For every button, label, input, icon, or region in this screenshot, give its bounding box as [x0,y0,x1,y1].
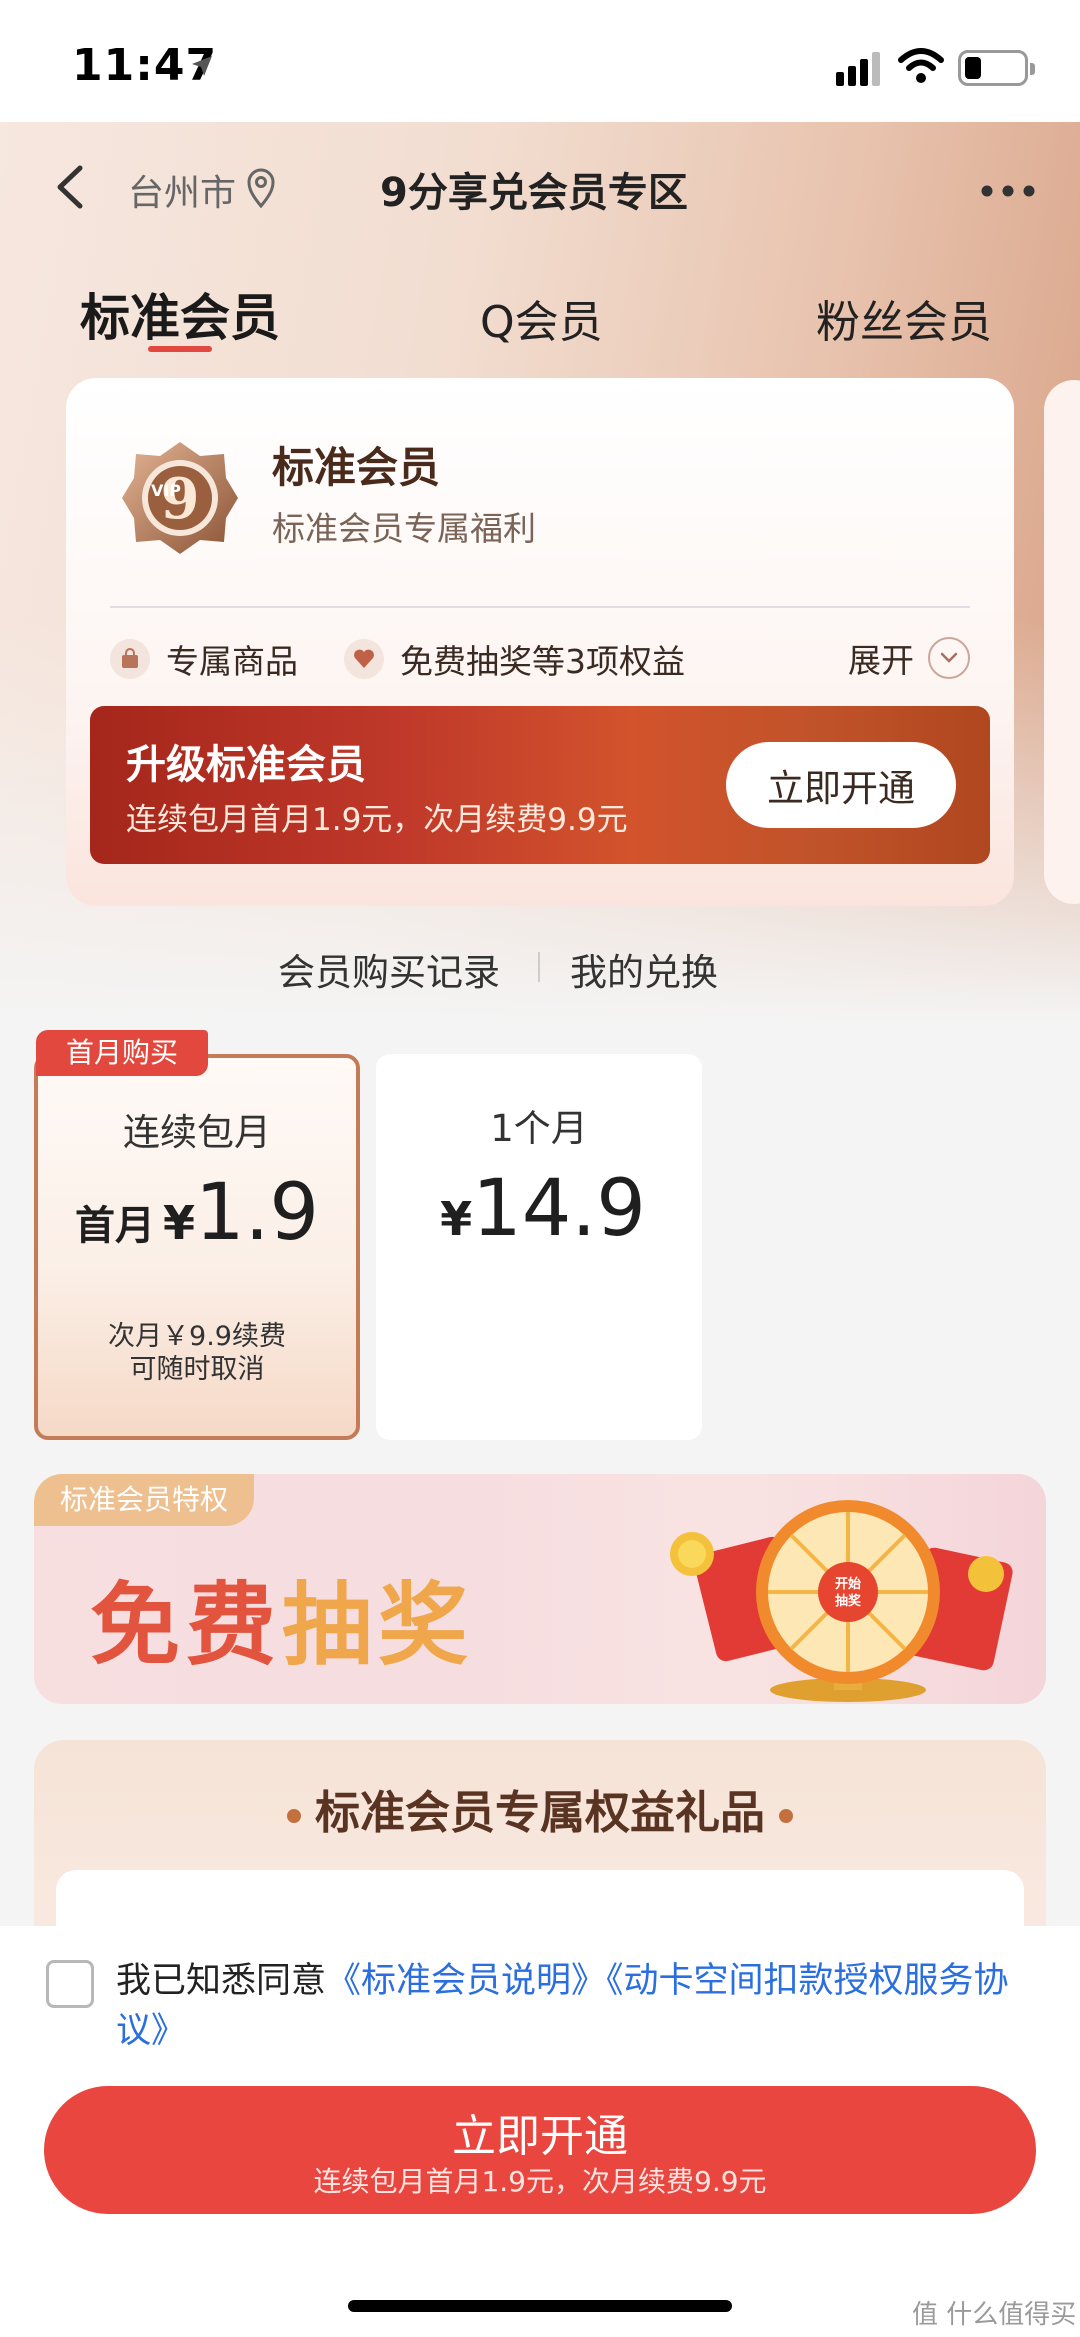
svg-text:抽奖: 抽奖 [835,1593,862,1609]
upgrade-subtitle: 连续包月首月1.9元，次月续费9.9元 [126,802,628,838]
tab-fan-member[interactable]: 粉丝会员 [816,286,992,350]
map-pin-icon[interactable] [246,168,276,208]
my-redemptions-link[interactable]: 我的兑换 [570,942,718,996]
purchase-records-link[interactable]: 会员购买记录 [278,942,500,996]
gifts-title: 标准会员专属权益礼品 [34,1776,1046,1841]
decor-dot [779,1809,793,1823]
plan-note-cancel: 可随时取消 [129,1354,265,1385]
watermark: 值 什么值得买 [912,2300,1077,2330]
perk-free-lottery: 免费抽奖等3项权益 [344,634,685,684]
status-bar: 11:47 [0,0,1080,122]
decor-dot [286,1809,301,1823]
price-prefix: 首月 [74,1203,155,1249]
location-arrow-icon [192,56,212,76]
cellular-signal-icon [836,52,880,86]
currency-symbol: ¥ [162,1196,195,1250]
plan-name: 连续包月 [123,1111,271,1154]
link-separator [538,952,540,982]
plan-card-one-month[interactable]: 1个月 ¥14.9 [376,1054,702,1440]
agreement-text: 我已知悉同意《标准会员说明》《动卡空间扣款授权服务协议》 [116,1956,1016,2056]
record-links: 会员购买记录 我的兑换 [0,938,1080,998]
vip-badge-icon: 9 VIP [122,442,238,554]
cta-label: 立即开通 [452,2111,628,2162]
svg-text:开始: 开始 [835,1576,861,1592]
agreement-prefix: 我已知悉同意 [116,1961,327,2001]
active-tab-indicator [148,346,212,352]
agree-checkbox[interactable] [46,1960,94,2008]
price-value: 1.9 [194,1168,320,1258]
next-card-peek[interactable] [1044,380,1080,904]
home-indicator[interactable] [348,2300,732,2312]
page-title: 9分享兑会员专区 [380,170,688,216]
expand-label: 展开 [848,641,914,680]
tab-q-member[interactable]: Q会员 [480,286,603,350]
perk-exclusive-goods: 专属商品 [110,634,298,684]
free-lottery-banner[interactable]: 标准会员特权 免费抽奖 开始 抽奖 [34,1474,1046,1704]
chevron-down-icon [928,637,970,679]
membership-tabs: 标准会员 Q会员 粉丝会员 [0,262,1080,362]
svg-text:VIP: VIP [151,481,181,500]
card-subtitle: 标准会员专属福利 [272,509,536,548]
plan-name: 1个月 [490,1107,588,1150]
gifts-title-text: 标准会员专属权益礼品 [314,1786,765,1839]
upgrade-banner: 升级标准会员 连续包月首月1.9元，次月续费9.9元 立即开通 [90,706,990,864]
perk-label: 专属商品 [166,642,298,681]
nav-bar: 台州市 9分享兑会员专区 [0,122,1080,252]
open-now-button[interactable]: 立即开通 [726,742,956,828]
heart-icon [344,639,384,679]
banner-text-lottery: 抽奖 [282,1573,474,1678]
more-icon[interactable] [980,184,1036,198]
open-now-cta-button[interactable]: 立即开通 连续包月首月1.9元，次月续费9.9元 [44,2086,1036,2214]
prize-wheel-icon: 开始 抽奖 [670,1500,1013,1702]
banner-tag: 标准会员特权 [34,1474,255,1526]
upgrade-title: 升级标准会员 [126,742,366,788]
card-title: 标准会员 [272,443,441,492]
price-value: 14.9 [472,1164,646,1254]
battery-icon [958,50,1035,86]
tab-standard-member[interactable]: 标准会员 [80,278,280,350]
currency-symbol: ¥ [440,1192,473,1246]
plan-price: 首月 ¥1.9 [38,1168,356,1258]
bottom-action-sheet: 我已知悉同意《标准会员说明》《动卡空间扣款授权服务协议》 立即开通 连续包月首月… [0,1926,1080,2337]
cta-subtitle: 连续包月首月1.9元，次月续费9.9元 [313,2165,767,2198]
first-month-tag: 首月购买 [36,1030,209,1076]
back-arrow-icon[interactable] [50,162,90,212]
city-selector[interactable]: 台州市 [128,164,236,216]
divider [110,606,970,608]
plan-card-monthly-auto[interactable]: 连续包月 首月 ¥1.9 次月￥9.9续费 可随时取消 [34,1054,360,1440]
member-card: 9 VIP 标准会员 标准会员专属福利 专属商品 免费抽奖等3项权益 展开 升级… [66,378,1014,906]
perk-label: 免费抽奖等3项权益 [400,642,685,681]
member-terms-link[interactable]: 《标准会员说明》 [326,1961,606,2001]
plan-note-renewal: 次月￥9.9续费 [108,1321,286,1352]
wifi-icon [898,48,944,83]
banner-text-free: 免费 [90,1573,282,1678]
plan-note: 次月￥9.9续费 可随时取消 [38,1320,356,1386]
shopping-bag-icon [110,639,150,679]
plan-price: ¥14.9 [376,1164,702,1254]
expand-button[interactable]: 展开 [848,634,970,682]
banner-headline: 免费抽奖 [90,1552,474,1682]
